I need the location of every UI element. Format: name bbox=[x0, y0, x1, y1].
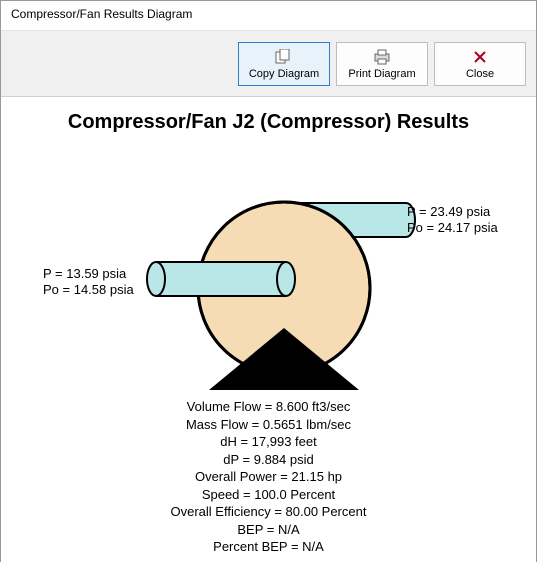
inlet-po: Po = 14.58 psia bbox=[43, 282, 134, 298]
print-diagram-button[interactable]: Print Diagram bbox=[336, 42, 428, 86]
close-label: Close bbox=[466, 68, 494, 80]
main-area: Compressor/Fan J2 (Compressor) Results P… bbox=[1, 97, 536, 563]
result-bep: BEP = N/A bbox=[1, 521, 536, 539]
page-title: Compressor/Fan J2 (Compressor) Results bbox=[1, 97, 536, 138]
result-speed: Speed = 100.0 Percent bbox=[1, 486, 536, 504]
outlet-po: Po = 24.17 psia bbox=[407, 220, 498, 236]
result-percent-bep: Percent BEP = N/A bbox=[1, 538, 536, 556]
window-titlebar: Compressor/Fan Results Diagram bbox=[1, 1, 536, 31]
close-button[interactable]: Close bbox=[434, 42, 526, 86]
print-diagram-label: Print Diagram bbox=[348, 68, 415, 80]
inlet-labels: P = 13.59 psia Po = 14.58 psia bbox=[43, 266, 134, 299]
result-overall-power: Overall Power = 21.15 hp bbox=[1, 468, 536, 486]
copy-diagram-button[interactable]: Copy Diagram bbox=[238, 42, 330, 86]
result-volume-flow: Volume Flow = 8.600 ft3/sec bbox=[1, 398, 536, 416]
result-mass-flow: Mass Flow = 0.5651 lbm/sec bbox=[1, 416, 536, 434]
outlet-labels: P = 23.49 psia Po = 24.17 psia bbox=[407, 204, 498, 237]
printer-icon bbox=[372, 48, 392, 66]
outlet-p: P = 23.49 psia bbox=[407, 204, 498, 220]
window-title: Compressor/Fan Results Diagram bbox=[11, 7, 192, 21]
copy-diagram-label: Copy Diagram bbox=[249, 68, 319, 80]
copy-icon bbox=[274, 48, 294, 66]
result-dp: dP = 9.884 psid bbox=[1, 451, 536, 469]
toolbar: Copy Diagram Print Diagram Close bbox=[1, 31, 536, 97]
result-dh: dH = 17,993 feet bbox=[1, 433, 536, 451]
compressor-diagram: P = 13.59 psia Po = 14.58 psia P = 23.49… bbox=[1, 138, 536, 398]
close-icon bbox=[473, 48, 487, 66]
results-block: Volume Flow = 8.600 ft3/sec Mass Flow = … bbox=[1, 398, 536, 556]
inlet-p: P = 13.59 psia bbox=[43, 266, 134, 282]
result-overall-efficiency: Overall Efficiency = 80.00 Percent bbox=[1, 503, 536, 521]
